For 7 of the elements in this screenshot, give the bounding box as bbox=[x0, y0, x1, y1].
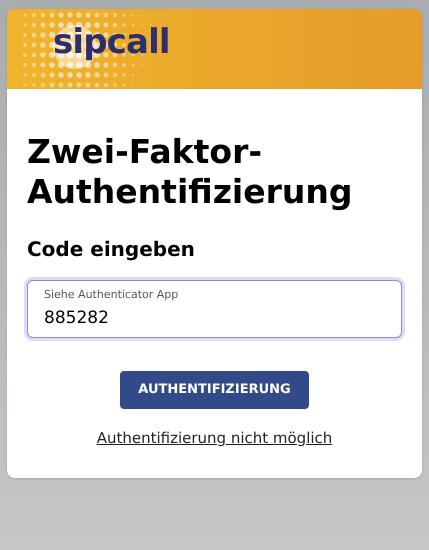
field-value: 885282 bbox=[44, 306, 110, 330]
logo: sipcall bbox=[53, 25, 170, 59]
authenticate-button[interactable]: AUTHENTIFIZIERUNG bbox=[120, 371, 309, 409]
field-label: Siehe Authenticator App bbox=[44, 287, 180, 303]
section-heading: Code eingeben bbox=[27, 236, 196, 263]
code-field[interactable]: Siehe Authenticator App 885282 bbox=[27, 280, 402, 338]
help-link[interactable]: Authentifizierung nicht möglich bbox=[96, 427, 332, 450]
